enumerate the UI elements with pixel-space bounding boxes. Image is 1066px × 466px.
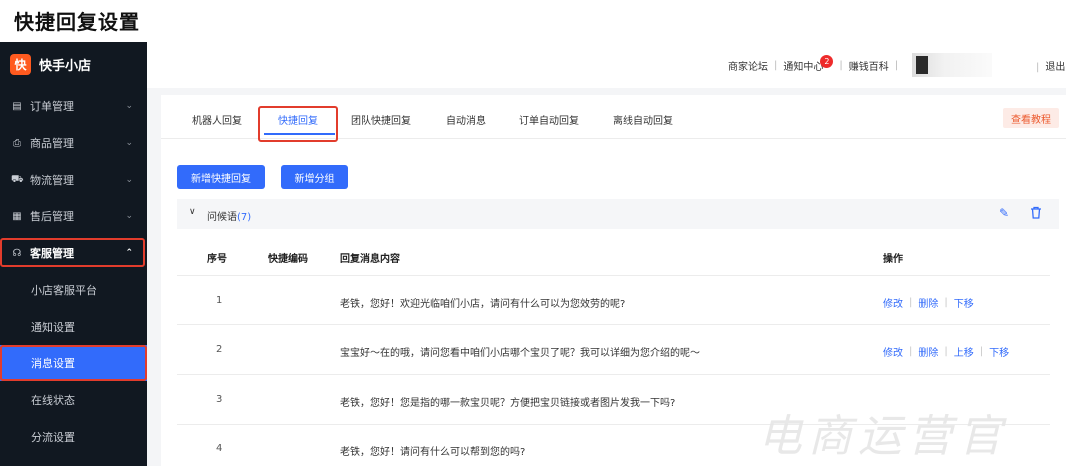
- chevron-down-icon: ⌄: [125, 138, 133, 148]
- tab-order-auto-reply[interactable]: 订单自动回复: [519, 112, 579, 127]
- tab-offline-auto-reply[interactable]: 离线自动回复: [613, 112, 673, 127]
- row-actions: 修改 | 删除 | 上移 | 下移: [883, 344, 1009, 359]
- highlight-box-quick-reply-tab: [258, 106, 338, 142]
- row-divider: [177, 275, 1050, 276]
- divider: |: [944, 297, 948, 308]
- brand[interactable]: 快 快手小店: [10, 54, 91, 75]
- edit-link[interactable]: 修改: [883, 295, 903, 310]
- sidebar-item-label: 商品管理: [30, 137, 74, 150]
- sidebar-subitem-online-status[interactable]: 在线状态: [0, 382, 147, 418]
- top-links: 商家论坛 | 通知中心 2 | 赚钱百科 |: [728, 55, 904, 73]
- move-down-link[interactable]: 下移: [989, 344, 1009, 359]
- highlight-box-customer-service: [0, 238, 145, 267]
- divider: |: [909, 346, 913, 357]
- delete-icon[interactable]: [1030, 206, 1042, 222]
- aftersale-icon: ▦: [12, 210, 22, 222]
- page-title: 快捷回复设置: [14, 10, 140, 34]
- divider: |: [1036, 62, 1040, 73]
- notice-center-link[interactable]: 通知中心: [783, 58, 823, 73]
- table-row-index: 1: [216, 295, 223, 306]
- table-row-index: 2: [216, 344, 223, 355]
- sidebar-item-aftersale[interactable]: ▦ 售后管理 ⌄: [0, 201, 147, 231]
- order-icon: ▤: [12, 100, 22, 112]
- chevron-down-icon: ⌄: [125, 175, 133, 185]
- highlight-box-message-settings: [0, 345, 147, 381]
- divider: |: [909, 297, 913, 308]
- group-header[interactable]: [177, 199, 1059, 229]
- sidebar-subitem-routing[interactable]: 分流设置: [0, 419, 147, 455]
- tab-auto-message[interactable]: 自动消息: [446, 112, 486, 127]
- tab-robot-reply[interactable]: 机器人回复: [192, 112, 242, 127]
- sidebar-item-orders[interactable]: ▤ 订单管理 ⌄: [0, 91, 147, 121]
- chevron-down-icon: ⌄: [125, 211, 133, 221]
- view-tutorial-button[interactable]: 查看教程: [1003, 108, 1059, 128]
- divider: |: [894, 60, 899, 71]
- logout-link[interactable]: 退出: [1045, 62, 1065, 73]
- sidebar-item-label: 售后管理: [30, 210, 74, 223]
- forum-link[interactable]: 商家论坛: [728, 58, 768, 73]
- delete-link[interactable]: 删除: [918, 295, 938, 310]
- edit-icon[interactable]: ✎: [999, 206, 1009, 220]
- sidebar-item-goods[interactable]: ⎙ 商品管理 ⌄: [0, 128, 147, 158]
- divider: |: [944, 346, 948, 357]
- trash-icon: [1031, 206, 1041, 219]
- notification-badge: 2: [820, 55, 834, 68]
- sidebar-subitem-platform[interactable]: 小店客服平台: [0, 272, 147, 308]
- delete-link[interactable]: 删除: [918, 344, 938, 359]
- sidebar-subitem-notice-settings[interactable]: 通知设置: [0, 309, 147, 345]
- chevron-down-icon: ⌄: [125, 101, 133, 111]
- logout-area: | 退出: [1036, 58, 1065, 73]
- group-title: 问候语(7): [207, 208, 251, 223]
- watermark: 电商运营官: [758, 411, 1008, 462]
- row-actions: 修改 | 删除 | 下移: [883, 295, 974, 310]
- table-row-index: 4: [216, 443, 223, 454]
- kuaishou-logo-icon: 快: [10, 54, 31, 75]
- group-count: (7): [237, 212, 252, 223]
- edit-link[interactable]: 修改: [883, 344, 903, 359]
- truck-icon: ⛟: [11, 173, 24, 185]
- move-up-link[interactable]: 上移: [954, 344, 974, 359]
- row-divider: [177, 324, 1050, 325]
- sidebar-item-label: 物流管理: [30, 174, 74, 187]
- column-header-actions: 操作: [883, 254, 903, 265]
- column-header-code: 快捷编码: [268, 254, 308, 265]
- add-quick-reply-button[interactable]: 新增快捷回复: [177, 165, 265, 189]
- table-row-content: 老铁，您好！您是指的哪一款宝贝呢？方便把宝贝链接或者图片发我一下吗?: [340, 398, 676, 409]
- row-divider: [177, 374, 1050, 375]
- sidebar-item-label: 订单管理: [30, 100, 74, 113]
- sidebar-item-logistics[interactable]: ⛟ 物流管理 ⌄: [0, 165, 147, 195]
- divider: |: [979, 346, 984, 357]
- move-down-link[interactable]: 下移: [954, 295, 974, 310]
- group-name: 问候语: [207, 212, 237, 223]
- avatar-image: [916, 56, 928, 74]
- column-header-index: 序号: [207, 254, 227, 265]
- tab-team-quick-reply[interactable]: 团队快捷回复: [351, 112, 411, 127]
- chevron-down-icon[interactable]: ∨: [189, 207, 196, 217]
- wiki-link[interactable]: 赚钱百科: [849, 58, 889, 73]
- add-group-button[interactable]: 新增分组: [281, 165, 348, 189]
- divider: |: [839, 60, 843, 71]
- divider: |: [774, 60, 778, 71]
- column-header-content: 回复消息内容: [340, 254, 400, 265]
- table-row-index: 3: [216, 394, 223, 405]
- brand-name: 快手小店: [39, 59, 92, 74]
- table-row-content: 宝宝好～在的哦，请问您看中咱们小店哪个宝贝了呢？我可以详细为您介绍的呢～: [340, 348, 700, 359]
- table-row-content: 老铁，您好！欢迎光临咱们小店，请问有什么可以为您效劳的呢?: [340, 299, 626, 310]
- table-row-content: 老铁，您好！请问有什么可以帮到您的吗?: [340, 447, 526, 458]
- goods-icon: ⎙: [13, 137, 21, 149]
